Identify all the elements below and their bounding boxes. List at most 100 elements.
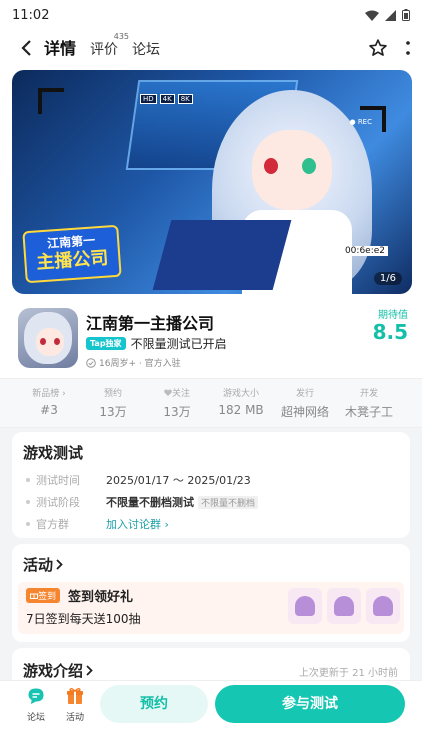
stat-follows: 关注 13万	[145, 379, 209, 427]
activity-item[interactable]: 签到 签到领好礼 7日签到每天送100抽	[18, 582, 404, 634]
stat-value: 13万	[163, 405, 191, 419]
activity-header[interactable]: 活动	[23, 554, 63, 575]
stat-reservations: 预约 13万	[81, 379, 145, 427]
stat-key: 开发	[359, 389, 378, 399]
bullet	[26, 522, 30, 526]
stat-value: 182 MB	[218, 403, 264, 417]
official-group-key: 官方群	[36, 518, 69, 531]
test-card: 游戏测试 测试时间 2025/01/17 ～ 2025/01/23 测试阶段 不…	[12, 432, 410, 538]
content-scroll[interactable]: HD 4K 8K ● REC 00:6e:e2 江南第一 主播公司 1/6 江南…	[0, 66, 422, 680]
character-eye-green	[302, 158, 316, 174]
forum-nav-button[interactable]: 论坛	[16, 687, 56, 723]
age-rating-text: 16周岁+ · 官方入驻	[99, 359, 181, 369]
stat-key-text: 关注	[171, 389, 190, 399]
reserve-button[interactable]: 预约	[100, 685, 208, 723]
gift-icon	[30, 593, 38, 599]
viewfinder-corner	[38, 88, 64, 114]
checkin-tag: 签到	[26, 588, 61, 603]
checkin-tag-text: 签到	[38, 592, 57, 602]
activity-nav-button[interactable]: 活动	[55, 687, 95, 723]
banner-hd-tags: HD 4K 8K	[140, 94, 193, 104]
tab-forum-label: 论坛	[132, 42, 161, 58]
tap-exclusive-row: Tap独家 不限量测试已开启	[86, 335, 227, 352]
8k-tag: 8K	[177, 94, 193, 104]
test-stage-tag: 不限量不删档	[198, 495, 259, 509]
tab-details-label: 详情	[44, 39, 77, 58]
chat-bubble-icon	[28, 688, 44, 704]
game-logo: 江南第一 主播公司	[22, 224, 122, 284]
tab-details[interactable]: 详情	[44, 35, 77, 61]
rating-value: 8.5	[372, 320, 408, 344]
more-vertical-icon[interactable]	[406, 41, 410, 55]
stat-new-rank[interactable]: 新品榜 › #3	[17, 379, 81, 427]
stat-value: 木凳子工	[344, 405, 393, 419]
activity-item-subtitle: 7日签到每天送100抽	[26, 612, 141, 626]
expectation-rating: 期待值 8.5	[373, 306, 408, 343]
intro-header[interactable]: 游戏介绍	[23, 660, 93, 680]
tab-forum[interactable]: 论坛	[132, 39, 160, 61]
activity-card: 活动 签到 签到领好礼 7日签到每天送100抽	[12, 544, 410, 642]
character-eye-red	[264, 158, 278, 174]
stat-size: 游戏大小 182 MB	[209, 379, 273, 427]
hd-tag: HD	[140, 94, 157, 104]
test-time-row: 测试时间 2025/01/17 ～ 2025/01/23	[26, 472, 251, 488]
test-stage-key: 测试阶段	[36, 496, 80, 509]
activity-item-title: 签到领好礼	[68, 590, 134, 605]
game-info: 江南第一主播公司 Tap独家 不限量测试已开启 16周岁+ · 官方入驻 期待值…	[18, 308, 410, 370]
bullet	[26, 500, 30, 504]
tap-exclusive-tag: Tap独家	[86, 337, 126, 350]
chevron-right-icon	[56, 559, 63, 570]
gift-box-icon	[67, 688, 83, 704]
activity-nav-label: 活动	[65, 713, 84, 723]
chevron-left-icon	[21, 40, 31, 56]
tab-reviews[interactable]: 评价 435	[90, 32, 129, 61]
check-circle-icon	[86, 357, 96, 368]
test-card-title: 游戏测试	[23, 444, 84, 462]
icon-eye	[40, 338, 46, 345]
reward-thumb	[288, 588, 322, 624]
bottom-action-bar: 论坛 活动 预约 参与测试	[0, 680, 422, 740]
stat-value: 超神网络	[280, 405, 329, 419]
last-updated-text: 上次更新于 21 小时前	[298, 668, 398, 679]
stat-value: #3	[40, 403, 58, 417]
tab-bar: 详情 评价 435 论坛	[44, 32, 174, 61]
activity-title: 活动	[23, 556, 54, 574]
status-time: 11:02	[12, 7, 50, 23]
stat-key: 发行	[295, 389, 314, 399]
app-header: 详情 评价 435 论坛	[0, 30, 422, 66]
star-icon[interactable]	[368, 38, 388, 58]
signal-icon	[385, 9, 396, 21]
stat-key: 游戏大小	[222, 389, 259, 399]
reward-thumb	[366, 588, 400, 624]
join-group-link[interactable]: 加入讨论群 ›	[106, 516, 169, 532]
intro-title: 游戏介绍	[23, 662, 84, 680]
official-group-row: 官方群 加入讨论群 ›	[26, 516, 169, 532]
game-meta: 16周岁+ · 官方入驻	[86, 356, 181, 369]
4k-tag: 4K	[159, 94, 175, 104]
test-time-value: 2025/01/17 ～ 2025/01/23	[106, 474, 251, 487]
status-icons	[365, 9, 410, 21]
tab-reviews-label: 评价	[90, 42, 119, 58]
back-button[interactable]	[12, 34, 40, 62]
stat-developer[interactable]: 开发 木凳子工	[337, 379, 401, 427]
rating-label: 期待值	[378, 310, 408, 321]
join-test-button[interactable]: 参与测试	[215, 685, 405, 723]
media-banner[interactable]: HD 4K 8K ● REC 00:6e:e2 江南第一 主播公司 1/6	[12, 70, 412, 294]
heart-icon	[164, 389, 172, 396]
reward-cup-icon	[295, 596, 315, 616]
reward-thumb	[327, 588, 361, 624]
stats-row[interactable]: 新品榜 › #3 预约 13万 关注 13万 游戏大小 182 MB 发行超神网络 开发…	[0, 378, 422, 428]
stat-key: 关注	[145, 386, 209, 399]
test-time-key: 测试时间	[36, 474, 80, 487]
stat-key: 新品榜 ›	[32, 389, 66, 399]
status-bar: 11:02	[0, 0, 422, 30]
chevron-right-icon	[86, 665, 93, 676]
intro-card: 游戏介绍 上次更新于 21 小时前	[12, 648, 410, 680]
game-icon	[18, 308, 78, 368]
test-stage-row: 测试阶段 不限量不删档测试 不限量不删档	[26, 494, 259, 510]
rec-indicator: ● REC	[349, 118, 372, 126]
stat-value: 13万	[99, 405, 127, 419]
stat-publisher[interactable]: 发行 超神网络	[273, 379, 337, 427]
stat-key: 预约	[103, 389, 122, 399]
header-actions	[368, 38, 410, 58]
